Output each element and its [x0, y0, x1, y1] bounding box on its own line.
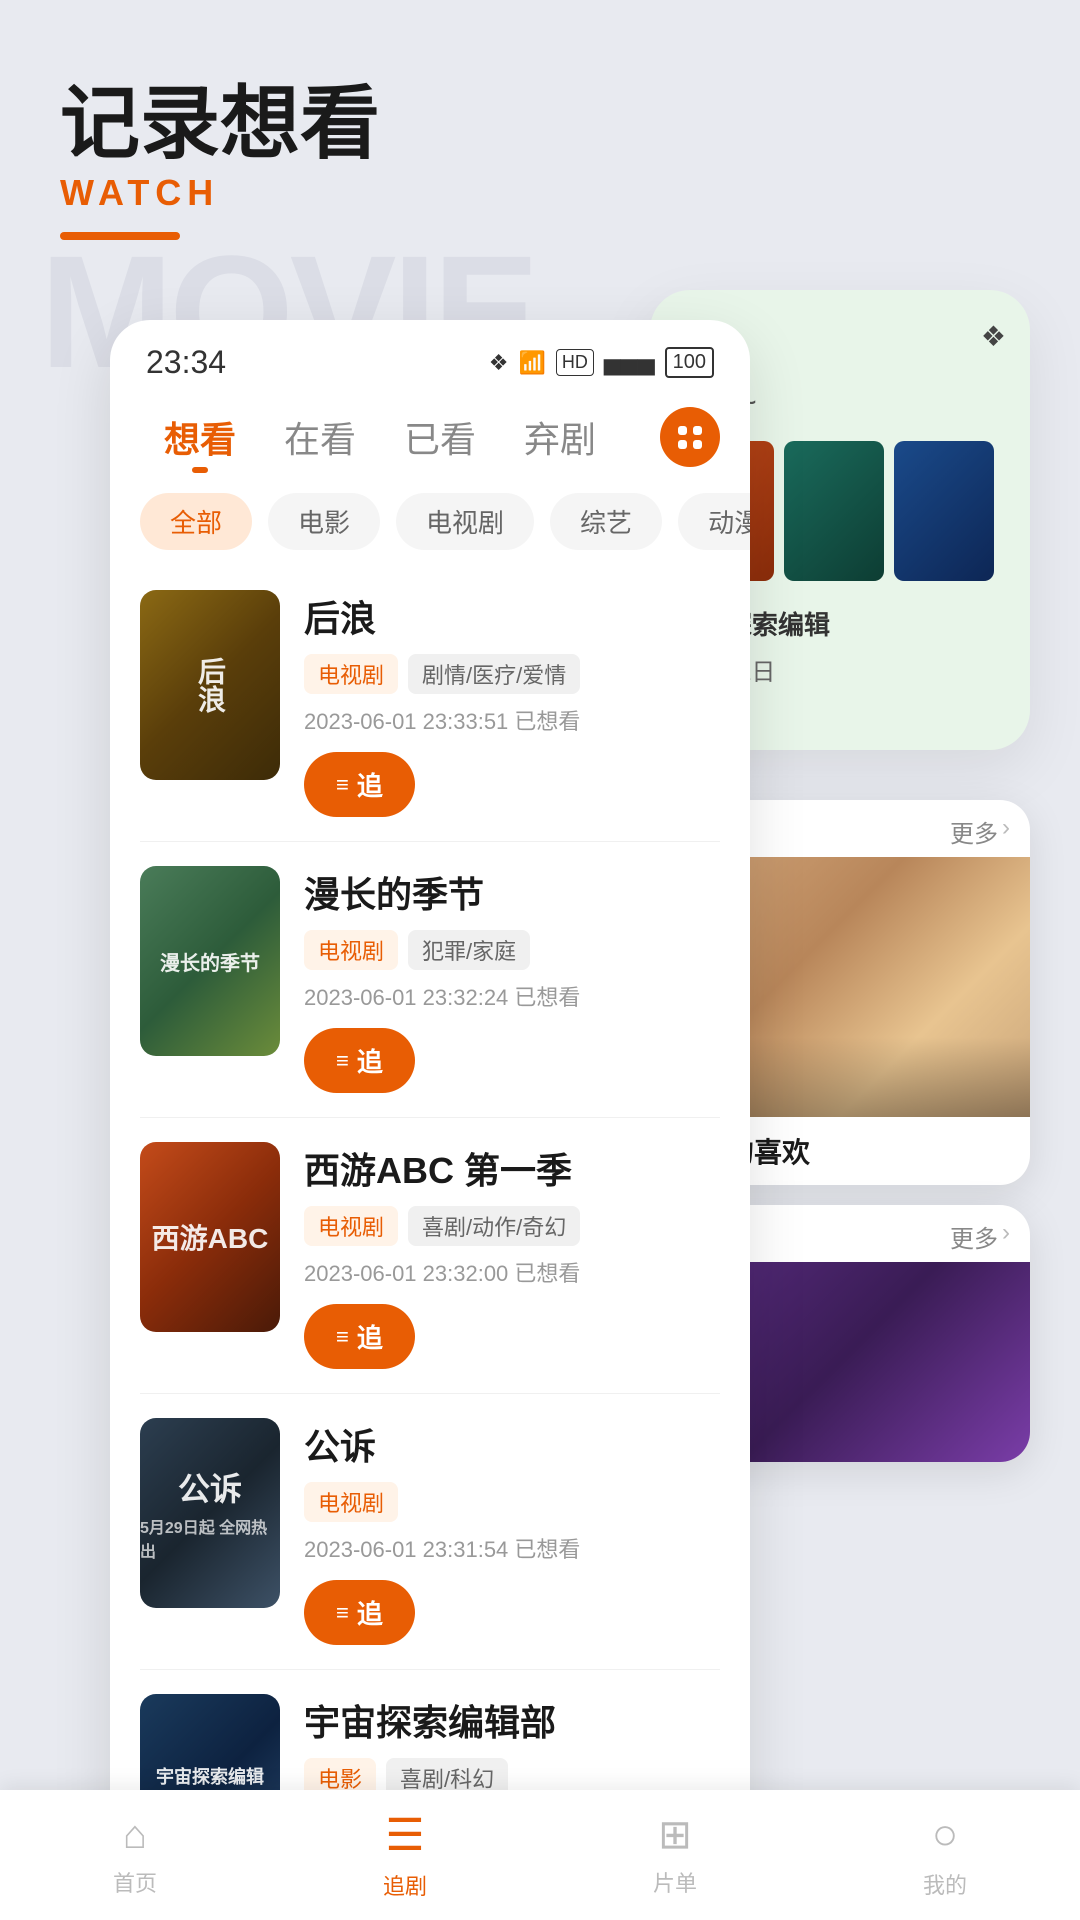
- track-icon: ≡: [336, 1324, 349, 1350]
- item-info-2: 漫长的季节 电视剧 犯罪/家庭 2023-06-01 23:32:24 已想看 …: [304, 866, 720, 1093]
- type-tag: 电视剧: [304, 930, 398, 970]
- item-tags: 电视剧 犯罪/家庭: [304, 930, 720, 970]
- item-poster-3[interactable]: 西游ABC: [140, 1142, 280, 1332]
- nav-item-track[interactable]: ☰ 追剧: [270, 1810, 540, 1901]
- dots-grid-icon: [678, 426, 702, 449]
- more-label[interactable]: 更多: [950, 814, 998, 849]
- nav-item-list[interactable]: ⊞ 片单: [540, 1812, 810, 1898]
- nav-label-track: 追剧: [383, 1869, 427, 1901]
- item-title: 西游ABC 第一季: [304, 1142, 720, 1194]
- item-tags: 电视剧: [304, 1482, 720, 1522]
- page-title-cn: 记录想看: [60, 80, 1020, 168]
- status-bar: 23:34 ❖ 📶 HD ▅▅▅ 100: [110, 320, 750, 391]
- item-meta: 2023-06-01 23:31:54 已想看: [304, 1532, 720, 1564]
- nav-label-list: 片单: [653, 1866, 697, 1898]
- poster-text: 漫长的季节: [152, 939, 268, 984]
- type-tag: 电视剧: [304, 654, 398, 694]
- item-title: 后浪: [304, 590, 720, 642]
- track-icon: ≡: [336, 772, 349, 798]
- mine-nav-icon: ○: [932, 1810, 959, 1860]
- nav-item-mine[interactable]: ○ 我的: [810, 1810, 1080, 1900]
- poster-text: 后浪: [190, 657, 230, 713]
- tab-more-button[interactable]: [660, 407, 720, 467]
- nfc-status-icon: ❖: [489, 350, 509, 376]
- nfc-icon: ❖: [981, 320, 1006, 353]
- nav-item-home[interactable]: ⌂ 首页: [0, 1813, 270, 1898]
- nav-label-mine: 我的: [923, 1868, 967, 1900]
- track-nav-icon: ☰: [385, 1810, 424, 1861]
- item-title: 漫长的季节: [304, 866, 720, 918]
- track-icon: ≡: [336, 1600, 349, 1626]
- wifi-icon: 📶: [518, 350, 545, 376]
- tab-bar: 想看 在看 已看 弃剧: [110, 391, 750, 483]
- home-icon: ⌂: [123, 1813, 147, 1858]
- title-underline: [60, 232, 180, 240]
- more-label-2[interactable]: 更多: [950, 1219, 998, 1254]
- chevron-right-icon-2: ›: [1002, 1219, 1010, 1254]
- item-poster-1[interactable]: 后浪: [140, 590, 280, 780]
- list-item: 西游ABC 西游ABC 第一季 电视剧 喜剧/动作/奇幻 2023-06-01 …: [140, 1118, 720, 1394]
- mini-poster-2: [784, 441, 884, 581]
- main-card: 23:34 ❖ 📶 HD ▅▅▅ 100 想看 在看 已看 弃剧: [110, 320, 750, 1908]
- item-info-3: 西游ABC 第一季 电视剧 喜剧/动作/奇幻 2023-06-01 23:32:…: [304, 1142, 720, 1369]
- list-item: 漫长的季节 漫长的季节 电视剧 犯罪/家庭 2023-06-01 23:32:2…: [140, 842, 720, 1118]
- track-button-4[interactable]: ≡ 追: [304, 1580, 415, 1645]
- item-meta: 2023-06-01 23:33:51 已想看: [304, 704, 720, 736]
- genre-tag: 喜剧/动作/奇幻: [408, 1206, 580, 1246]
- list-nav-icon: ⊞: [658, 1812, 692, 1858]
- category-anime[interactable]: 动漫: [678, 493, 750, 550]
- list-item: 后浪 后浪 电视剧 剧情/医疗/爱情 2023-06-01 23:33:51 已…: [140, 566, 720, 842]
- signal-icon: ▅▅▅: [604, 350, 655, 376]
- track-button-1[interactable]: ≡ 追: [304, 752, 415, 817]
- tab-dropped[interactable]: 弃剧: [500, 401, 620, 473]
- status-time: 23:34: [146, 344, 226, 381]
- category-variety[interactable]: 综艺: [550, 493, 662, 550]
- tab-want[interactable]: 想看: [140, 401, 260, 473]
- content-list: 后浪 后浪 电视剧 剧情/医疗/爱情 2023-06-01 23:33:51 已…: [110, 566, 750, 1908]
- type-tag: 电视剧: [304, 1206, 398, 1246]
- page-header: 记录想看 WATCH: [0, 0, 1080, 270]
- status-icons: ❖ 📶 HD ▅▅▅ 100: [489, 347, 714, 378]
- chevron-right-icon: ›: [1002, 814, 1010, 849]
- item-title: 公诉: [304, 1418, 720, 1470]
- page-title-en: WATCH: [60, 172, 1020, 214]
- type-tag: 电视剧: [304, 1482, 398, 1522]
- track-button-2[interactable]: ≡ 追: [304, 1028, 415, 1093]
- track-button-3[interactable]: ≡ 追: [304, 1304, 415, 1369]
- item-meta: 2023-06-01 23:32:24 已想看: [304, 980, 720, 1012]
- genre-tag: 剧情/医疗/爱情: [408, 654, 580, 694]
- poster-text: 公诉: [178, 1464, 242, 1510]
- category-tv[interactable]: 电视剧: [396, 493, 534, 550]
- poster-text: 西游ABC: [152, 1217, 269, 1257]
- category-movie[interactable]: 电影: [268, 493, 380, 550]
- item-poster-2[interactable]: 漫长的季节: [140, 866, 280, 1056]
- tab-watching[interactable]: 在看: [260, 401, 380, 473]
- item-info-1: 后浪 电视剧 剧情/医疗/爱情 2023-06-01 23:33:51 已想看 …: [304, 590, 720, 817]
- item-title: 宇宙探索编辑部: [304, 1694, 720, 1746]
- hd-icon: HD: [556, 349, 594, 376]
- mini-poster-3: [894, 441, 994, 581]
- track-icon: ≡: [336, 1048, 349, 1074]
- category-bar: 全部 电影 电视剧 综艺 动漫: [110, 483, 750, 566]
- item-meta: 2023-06-01 23:32:00 已想看: [304, 1256, 720, 1288]
- battery-indicator: 100: [665, 347, 714, 378]
- item-tags: 电视剧 喜剧/动作/奇幻: [304, 1206, 720, 1246]
- item-info-4: 公诉 电视剧 2023-06-01 23:31:54 已想看 ≡ 追: [304, 1418, 720, 1645]
- tab-watched[interactable]: 已看: [380, 401, 500, 473]
- nav-label-home: 首页: [113, 1866, 157, 1898]
- item-tags: 电视剧 剧情/医疗/爱情: [304, 654, 720, 694]
- item-poster-4[interactable]: 公诉 5月29日起 全网热出: [140, 1418, 280, 1608]
- bottom-nav: ⌂ 首页 ☰ 追剧 ⊞ 片单 ○ 我的: [0, 1790, 1080, 1920]
- category-all[interactable]: 全部: [140, 493, 252, 550]
- genre-tag: 犯罪/家庭: [408, 930, 530, 970]
- list-item: 公诉 5月29日起 全网热出 公诉 电视剧 2023-06-01 23:31:5…: [140, 1394, 720, 1670]
